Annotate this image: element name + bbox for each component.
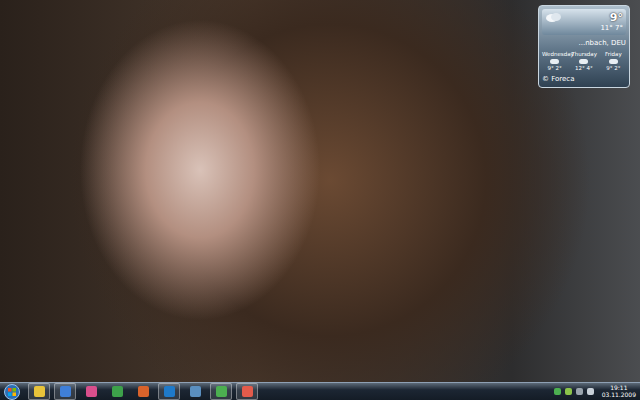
clock-date: 03.11.2009: [602, 392, 636, 399]
app-icon: [60, 386, 71, 397]
temp-range: 11° 7°: [600, 24, 623, 32]
day-temps: 12° 4°: [571, 65, 596, 72]
day-name: Thursday: [571, 51, 596, 58]
system-tray: 19:1103.11.2009: [550, 385, 640, 399]
app-icon: [242, 386, 253, 397]
weather-credit: © Foreca: [542, 75, 626, 83]
app-icon: [216, 386, 227, 397]
cloud-icon: [609, 59, 618, 64]
clock-time: 19:11: [602, 385, 636, 392]
taskbar-app[interactable]: [54, 383, 76, 400]
start-button[interactable]: [0, 384, 24, 400]
windows-logo-icon: [4, 384, 20, 400]
taskbar-app[interactable]: [158, 383, 180, 400]
tray-icon[interactable]: [576, 388, 583, 395]
app-icon: [86, 386, 97, 397]
forecast-row: Wednesday 9° 2° Thursday 12° 4° Friday 9° 2°: [542, 51, 626, 71]
forecast-day: Friday 9° 2°: [601, 51, 626, 71]
day-name: Wednesday: [542, 51, 567, 58]
weather-gadget[interactable]: 9°11° 7° ...nbach, DEU Wednesday 9° 2° Thurs…: [538, 5, 630, 88]
desktop-screen: 9°11° 7° ...nbach, DEU Wednesday 9° 2° Thurs…: [0, 0, 640, 400]
day-name: Friday: [601, 51, 626, 58]
app-icon: [164, 386, 175, 397]
taskbar-apps: [28, 383, 258, 400]
app-icon: [190, 386, 201, 397]
app-icon: [34, 386, 45, 397]
app-icon: [138, 386, 149, 397]
cloud-icon: [550, 59, 559, 64]
tray-icon[interactable]: [565, 388, 572, 395]
forecast-day: Wednesday 9° 2°: [542, 51, 567, 71]
tray-icon[interactable]: [587, 388, 594, 395]
taskbar-app[interactable]: [132, 383, 154, 400]
weather-location: ...nbach, DEU: [542, 39, 626, 47]
tray-icon[interactable]: [554, 388, 561, 395]
taskbar: 19:1103.11.2009: [0, 382, 640, 400]
taskbar-app[interactable]: [210, 383, 232, 400]
taskbar-app[interactable]: [236, 383, 258, 400]
cloud-icon: [579, 59, 588, 64]
taskbar-app[interactable]: [28, 383, 50, 400]
weather-now: 9°11° 7°: [542, 9, 626, 35]
taskbar-app[interactable]: [106, 383, 128, 400]
taskbar-app[interactable]: [184, 383, 206, 400]
clock[interactable]: 19:1103.11.2009: [598, 385, 640, 399]
forecast-day: Thursday 12° 4°: [571, 51, 596, 71]
day-temps: 9° 2°: [542, 65, 567, 72]
current-temp: 9°: [600, 11, 623, 24]
taskbar-app[interactable]: [80, 383, 102, 400]
weather-cloud-icon: [545, 11, 563, 33]
weather-current: 9°11° 7°: [600, 11, 623, 33]
app-icon: [112, 386, 123, 397]
desktop-wallpaper[interactable]: 9°11° 7° ...nbach, DEU Wednesday 9° 2° Thurs…: [0, 0, 640, 382]
day-temps: 9° 2°: [601, 65, 626, 72]
